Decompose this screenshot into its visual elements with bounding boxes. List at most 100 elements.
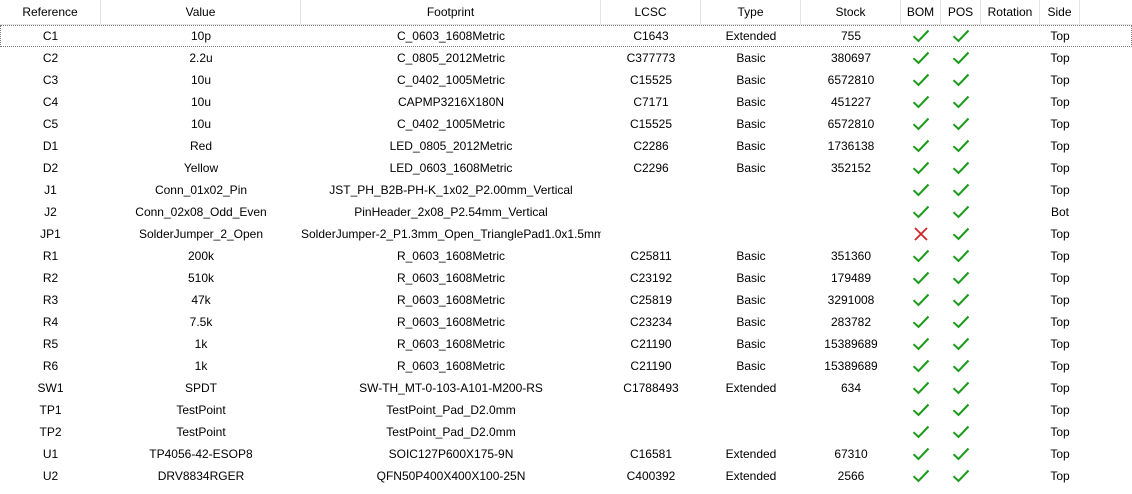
cell-side: Top [1050,359,1070,373]
table-row[interactable]: R4 7.5k R_0603_1608Metric C23234 Basic 283782… [0,311,1132,333]
table-row[interactable]: TP1 TestPoint TestPoint_Pad_D2.0mm Top [0,399,1132,421]
bom-status-check-icon [901,289,941,311]
cell-stock: 15389689 [824,337,878,351]
bom-status-check-icon [901,267,941,289]
cell-footprint: R_0603_1608Metric [396,293,506,307]
table-row[interactable]: C2 2.2u C_0805_2012Metric C377773 Basic 38069… [0,47,1132,69]
cell-type: Basic [736,293,766,307]
table-row[interactable]: R3 47k R_0603_1608Metric C25819 Basic 3291008… [0,289,1132,311]
cell-reference: U1 [42,447,59,461]
cell-side: Top [1050,425,1070,439]
pos-status-check-icon [941,223,981,245]
table-row[interactable]: D2 Yellow LED_0603_1608Metric C2296 Basic 352… [0,157,1132,179]
cell-type [701,179,801,201]
table-header: Reference Value Footprint LCSC Type Stoc… [0,0,1132,25]
column-header-type[interactable]: Type [701,0,801,24]
column-header-value[interactable]: Value [101,0,301,24]
cell-footprint: SolderJumper-2_P1.3mm_Open_TrianglePad1.… [301,227,601,241]
cell-stock [801,179,901,201]
cell-side: Top [1050,95,1070,109]
table-row[interactable]: U2 DRV8834RGER QFN50P400X400X100-25N C40039… [0,465,1132,487]
cell-rotation [981,157,1040,179]
cell-value: Yellow [183,161,219,175]
column-header-lcsc[interactable]: LCSC [601,0,701,24]
cell-value: 10u [190,95,212,109]
cell-reference: C2 [42,51,59,65]
column-header-stock[interactable]: Stock [801,0,901,24]
bom-status-cross-icon [901,223,941,245]
pos-status-check-icon [941,377,981,399]
column-header-pos[interactable]: POS [941,0,981,24]
cell-type: Basic [736,315,766,329]
cell-value: Red [189,139,212,153]
pos-status-check-icon [941,113,981,135]
cell-lcsc: C21190 [630,337,672,351]
cell-footprint: TestPoint_Pad_D2.0mm [386,403,516,417]
cell-rotation [981,25,1040,47]
cell-side: Top [1050,315,1070,329]
bom-status-check-icon [901,201,941,223]
cell-reference: SW1 [37,381,64,395]
table-row[interactable]: R1 200k R_0603_1608Metric C25811 Basic 351360… [0,245,1132,267]
cell-value: SPDT [184,381,217,395]
cell-footprint: LED_0805_2012Metric [389,139,513,153]
column-header-side[interactable]: Side [1040,0,1080,24]
table-row[interactable]: JP1 SolderJumper_2_Open SolderJumper-2_P1.… [0,223,1132,245]
cell-rotation [981,443,1040,465]
cell-rotation [981,465,1040,487]
cell-type [701,201,801,223]
cell-stock: 351360 [830,249,872,263]
table-body: C1 10p C_0603_1608Metric C1643 Extended 755 To… [0,25,1132,487]
cell-footprint: C_0805_2012Metric [396,51,506,65]
cell-rotation [981,201,1040,223]
table-row[interactable]: R5 1k R_0603_1608Metric C21190 Basic 15389689… [0,333,1132,355]
cell-footprint: PinHeader_2x08_P2.54mm_Vertical [354,205,548,219]
table-row[interactable]: C3 10u C_0402_1005Metric C15525 Basic 6572810… [0,69,1132,91]
cell-value: TestPoint [176,425,226,439]
cell-footprint: R_0603_1608Metric [396,271,506,285]
cell-side: Top [1050,381,1070,395]
cell-lcsc [601,223,701,245]
column-header-rotation[interactable]: Rotation [981,0,1040,24]
table-row[interactable]: C1 10p C_0603_1608Metric C1643 Extended 755 To… [0,25,1132,47]
column-header-reference[interactable]: Reference [0,0,101,24]
cell-reference: R6 [42,359,59,373]
table-row[interactable]: J2 Conn_02x08_Odd_Even PinHeader_2x08_P2.5… [0,201,1132,223]
bom-status-check-icon [901,377,941,399]
cell-footprint: TestPoint_Pad_D2.0mm [386,425,516,439]
table-row[interactable]: C4 10u CAPMP3216X180N C7171 Basic 451227 Top [0,91,1132,113]
cell-lcsc [601,399,701,421]
cell-value: SolderJumper_2_Open [138,227,264,241]
cell-footprint: R_0603_1608Metric [396,359,506,373]
cell-reference: C3 [42,73,59,87]
table-row[interactable]: D1 Red LED_0805_2012Metric C2286 Basic 173613… [0,135,1132,157]
table-row[interactable]: R6 1k R_0603_1608Metric C21190 Basic 15389689… [0,355,1132,377]
bom-status-check-icon [901,47,941,69]
cell-reference: TP2 [39,425,62,439]
column-header-bom[interactable]: BOM [901,0,941,24]
table-row[interactable]: U1 TP4056-42-ESOP8 SOIC127P600X175-9N C1658… [0,443,1132,465]
table-row[interactable]: R2 510k R_0603_1608Metric C23192 Basic 179489… [0,267,1132,289]
table-row[interactable]: J1 Conn_01x02_Pin JST_PH_B2B-PH-K_1x02_P2.… [0,179,1132,201]
cell-type: Basic [736,95,766,109]
pos-status-check-icon [941,201,981,223]
pos-status-check-icon [941,311,981,333]
bom-status-check-icon [901,399,941,421]
pos-status-check-icon [941,443,981,465]
cell-reference: D1 [42,139,59,153]
cell-value: 10u [190,117,212,131]
cell-footprint: C_0402_1005Metric [396,117,506,131]
cell-value: 2.2u [189,51,213,65]
pos-status-check-icon [941,135,981,157]
table-row[interactable]: SW1 SPDT SW-TH_MT-0-103-A101-M200-RS C17884… [0,377,1132,399]
column-header-footprint[interactable]: Footprint [301,0,601,24]
table-row[interactable]: C5 10u C_0402_1005Metric C15525 Basic 6572810… [0,113,1132,135]
cell-lcsc: C1643 [633,29,669,43]
cell-lcsc: C25811 [630,249,672,263]
cell-reference: R3 [42,293,59,307]
cell-value: DRV8834RGER [157,469,245,483]
cell-rotation [981,289,1040,311]
cell-type: Extended [725,447,777,461]
table-row[interactable]: TP2 TestPoint TestPoint_Pad_D2.0mm Top [0,421,1132,443]
cell-reference: J2 [44,205,57,219]
